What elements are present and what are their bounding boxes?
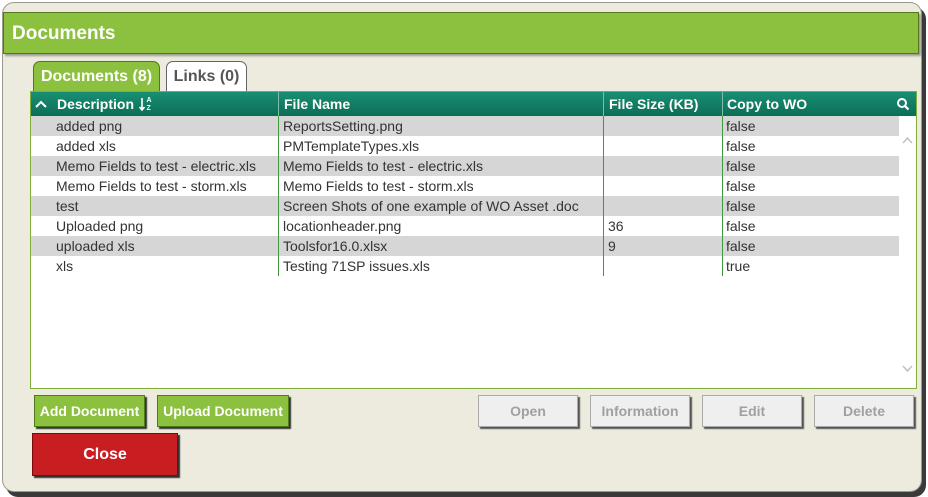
- cell-description: xls: [56, 258, 74, 274]
- cell-copy-to-wo: false: [726, 138, 756, 154]
- cell-file-name: Memo Fields to test - storm.xls: [283, 178, 474, 194]
- column-header-file-size[interactable]: File Size (KB): [604, 92, 723, 116]
- tab-links[interactable]: Links (0): [166, 61, 247, 91]
- column-label-description: Description: [57, 96, 135, 112]
- information-button[interactable]: Information: [590, 395, 690, 427]
- vertical-scrollbar[interactable]: [899, 116, 916, 388]
- close-button[interactable]: Close: [32, 433, 178, 476]
- cell-copy-to-wo: false: [726, 238, 756, 254]
- column-label-file-size: File Size (KB): [609, 96, 699, 112]
- cell-file-size: [608, 136, 720, 156]
- cell-file-name: Toolsfor16.0.xlsx: [283, 238, 388, 254]
- cell-file-name: Testing 71SP issues.xls: [283, 258, 430, 274]
- column-label-copy-to-wo: Copy to WO: [727, 96, 808, 112]
- delete-button[interactable]: Delete: [814, 395, 914, 427]
- cell-copy-to-wo: false: [726, 158, 756, 174]
- cell-copy-to-wo: false: [726, 118, 756, 134]
- svg-text:Z: Z: [147, 105, 152, 112]
- documents-grid: Description A Z File Name File Size (KB)…: [30, 91, 917, 389]
- cell-description: added png: [56, 118, 123, 134]
- grid-rows: added png ReportsSetting.png false added…: [31, 116, 899, 276]
- column-label-file-name: File Name: [284, 96, 351, 112]
- upload-document-button[interactable]: Upload Document: [157, 395, 289, 427]
- dialog-title: Documents: [12, 23, 116, 44]
- cell-file-size: [608, 116, 720, 136]
- cell-copy-to-wo: false: [726, 218, 756, 234]
- table-row[interactable]: Memo Fields to test - storm.xls Memo Fie…: [31, 176, 899, 196]
- cell-file-size: [608, 156, 720, 176]
- cell-description: Uploaded png: [56, 218, 144, 234]
- cell-file-name: ReportsSetting.png: [283, 118, 403, 134]
- table-row[interactable]: added png ReportsSetting.png false: [31, 116, 899, 136]
- column-header-copy-to-wo[interactable]: Copy to WO: [723, 92, 916, 116]
- cell-file-size: [608, 176, 720, 196]
- cell-description: test: [56, 198, 79, 214]
- column-header-description[interactable]: Description A Z: [31, 92, 279, 116]
- cell-file-name: locationheader.png: [283, 218, 402, 234]
- cell-file-name: PMTemplateTypes.xls: [283, 138, 420, 154]
- edit-button[interactable]: Edit: [702, 395, 802, 427]
- cell-description: Memo Fields to test - storm.xls: [56, 178, 247, 194]
- svg-text:A: A: [147, 97, 152, 104]
- open-button[interactable]: Open: [478, 395, 578, 427]
- cell-file-size: [608, 256, 720, 276]
- table-row[interactable]: added xls PMTemplateTypes.xls false: [31, 136, 899, 156]
- cell-copy-to-wo: false: [726, 198, 756, 214]
- column-divider: [603, 116, 604, 276]
- cell-description: Memo Fields to test - electric.xls: [56, 158, 256, 174]
- scroll-down-icon[interactable]: [901, 362, 914, 375]
- cell-file-size: 9: [608, 238, 616, 254]
- cell-file-name: Screen Shots of one example of WO Asset …: [283, 198, 579, 214]
- cell-file-size: 36: [608, 218, 624, 234]
- tab-documents[interactable]: Documents (8): [33, 61, 160, 91]
- table-row[interactable]: test Screen Shots of one example of WO A…: [31, 196, 899, 216]
- cell-copy-to-wo: true: [726, 258, 751, 274]
- table-row[interactable]: Memo Fields to test - electric.xls Memo …: [31, 156, 899, 176]
- add-document-button[interactable]: Add Document: [34, 395, 145, 427]
- column-divider: [278, 116, 279, 276]
- dialog-title-bar: Documents: [3, 12, 919, 54]
- table-row[interactable]: uploaded xls Toolsfor16.0.xlsx 9 false: [31, 236, 899, 256]
- table-row[interactable]: Uploaded png locationheader.png 36 false: [31, 216, 899, 236]
- cell-description: added xls: [56, 138, 116, 154]
- cell-file-size: [608, 196, 720, 216]
- scroll-up-icon[interactable]: [901, 134, 914, 147]
- table-row[interactable]: xls Testing 71SP issues.xls true: [31, 256, 899, 276]
- column-header-file-name[interactable]: File Name: [279, 92, 604, 116]
- cell-file-name: Memo Fields to test - electric.xls: [283, 158, 483, 174]
- column-divider: [722, 116, 723, 276]
- cell-copy-to-wo: false: [726, 178, 756, 194]
- grid-header: Description A Z File Name File Size (KB)…: [31, 92, 916, 116]
- cell-description: uploaded xls: [56, 238, 135, 254]
